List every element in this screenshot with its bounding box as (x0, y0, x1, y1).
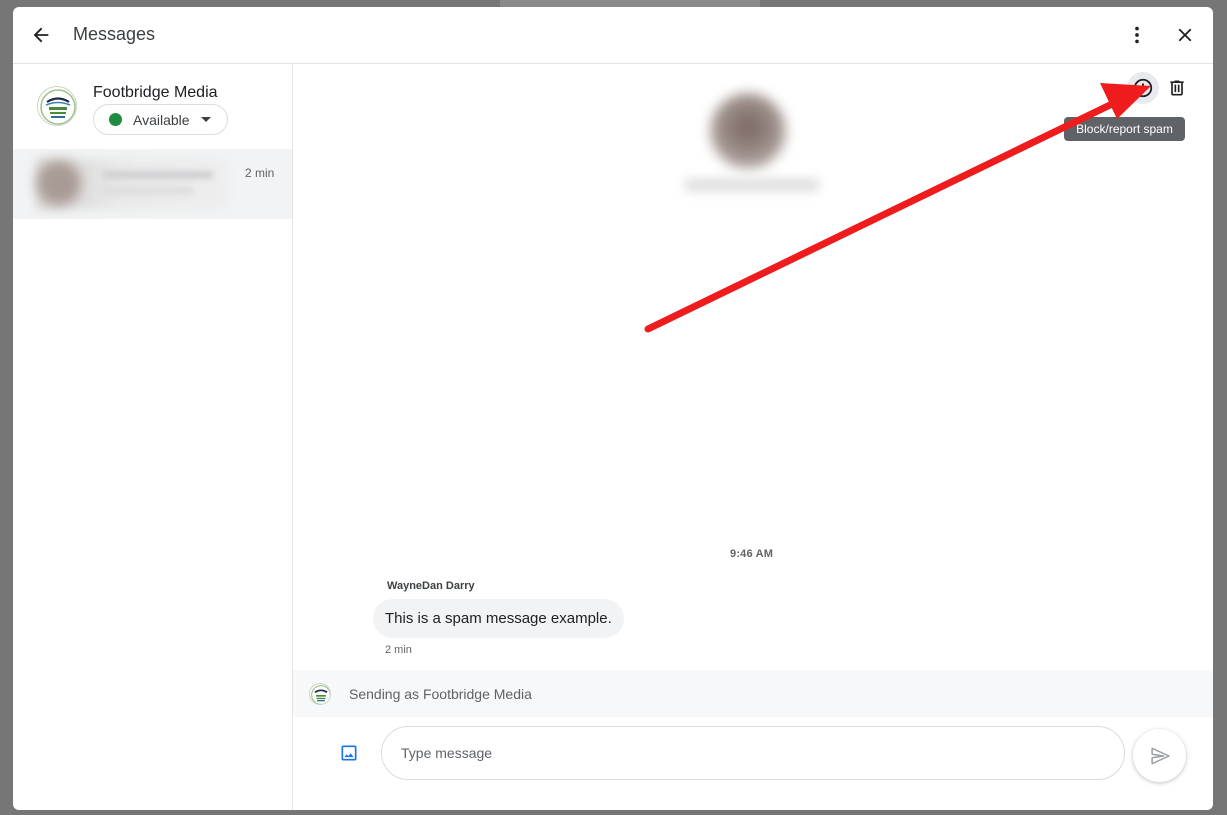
contact-name-blurred (103, 171, 213, 179)
message-input[interactable] (381, 726, 1125, 780)
conversation-list-item[interactable]: 2 min (13, 149, 292, 219)
message-snippet-blurred (103, 187, 193, 194)
send-button[interactable] (1133, 729, 1186, 782)
image-icon (341, 745, 357, 761)
block-report-spam-button[interactable] (1127, 72, 1159, 104)
contact-avatar-blurred (37, 161, 81, 205)
conversation-list-panel: Footbridge Media Available 2 min (13, 64, 293, 810)
availability-dropdown[interactable]: Available (93, 104, 228, 135)
attach-image-button[interactable] (333, 737, 365, 769)
contact-avatar-blurred (710, 93, 786, 169)
message-bubble: This is a spam message example. (373, 599, 624, 638)
more-options-button[interactable] (1119, 17, 1155, 53)
contact-name-blurred (684, 178, 820, 192)
sending-as-label: Sending as Footbridge Media (349, 686, 532, 702)
footbridge-logo-icon (40, 89, 76, 125)
conversation-time: 2 min (245, 166, 275, 180)
business-name: Footbridge Media (93, 84, 218, 101)
time-divider: 9:46 AM (730, 548, 774, 560)
arrow-back-icon (33, 27, 49, 43)
dialog-header: Messages (13, 7, 1213, 64)
caret-down-icon (200, 117, 211, 122)
background-top-strip (500, 0, 760, 7)
business-logo (37, 86, 77, 126)
sender-logo (309, 683, 331, 705)
page-title: Messages (73, 24, 156, 44)
message-sender-name: WayneDan Darry (387, 580, 475, 592)
more-vert-icon (1135, 26, 1139, 44)
status-indicator-icon (109, 113, 122, 126)
delete-conversation-button[interactable] (1161, 72, 1193, 104)
sending-as-bar: Sending as Footbridge Media (293, 670, 1213, 717)
send-icon (1150, 747, 1170, 764)
status-label: Available (133, 111, 190, 128)
delete-icon (1170, 80, 1184, 96)
close-icon (1178, 28, 1192, 42)
back-button[interactable] (23, 17, 59, 53)
message-time: 2 min (385, 644, 412, 656)
report-spam-icon (1133, 78, 1153, 98)
close-button[interactable] (1167, 17, 1203, 53)
footbridge-logo-icon (311, 685, 330, 704)
spam-tooltip: Block/report spam (1064, 117, 1185, 141)
